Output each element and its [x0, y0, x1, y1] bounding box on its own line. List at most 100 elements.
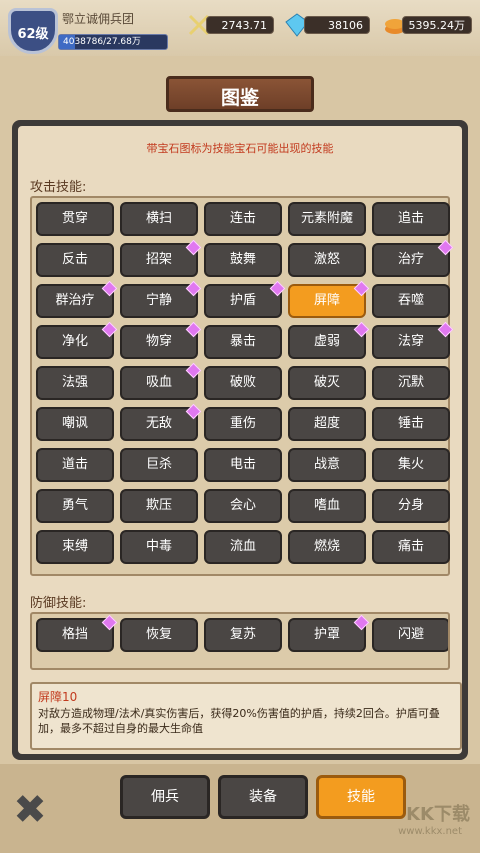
skill-button[interactable]: 会心 [204, 489, 282, 523]
skill-label: 法强 [61, 375, 88, 390]
skill-button[interactable]: 宁静 [120, 280, 202, 318]
gem-icon [185, 280, 202, 297]
tab-skills[interactable]: 技能 [316, 775, 406, 819]
skill-button[interactable]: 元素附魔 [288, 202, 366, 236]
skill-button[interactable]: 无敌 [120, 403, 202, 441]
skill-description-text: 对敌方造成物理/法术/真实伤害后，获得20%伤害值的护盾，持续2回合。护盾可叠加… [38, 707, 440, 735]
skill-button[interactable]: 分身 [372, 489, 450, 523]
gem-icon [185, 403, 202, 420]
skill-label: 重伤 [229, 416, 256, 431]
tab-mercenary[interactable]: 佣兵 [120, 775, 210, 819]
skill-button[interactable]: 中毒 [120, 530, 198, 564]
skill-button[interactable]: 电击 [204, 448, 282, 482]
skill-button[interactable]: 反击 [36, 243, 114, 277]
skill-label: 中毒 [145, 539, 172, 554]
skill-label: 分身 [397, 498, 424, 513]
skill-label: 吞噬 [397, 293, 424, 308]
skill-label: 护盾 [229, 293, 256, 308]
skill-button[interactable]: 虚弱 [288, 321, 370, 359]
skill-button[interactable]: 招架 [120, 239, 202, 277]
skill-button[interactable]: 护盾 [204, 280, 286, 318]
skill-button[interactable]: 巨杀 [120, 448, 198, 482]
level-text: 62级 [17, 27, 49, 42]
skill-button[interactable]: 重伤 [204, 407, 282, 441]
skill-label: 追击 [397, 211, 424, 226]
skill-button[interactable]: 燃烧 [288, 530, 366, 564]
skill-label: 治疗 [397, 252, 424, 267]
skill-button[interactable]: 物穿 [120, 321, 202, 359]
skill-label: 鼓舞 [229, 252, 256, 267]
skill-label: 激怒 [313, 252, 340, 267]
skill-button[interactable]: 净化 [36, 321, 118, 359]
skill-label: 横扫 [145, 211, 172, 226]
skill-button[interactable]: 破败 [204, 366, 282, 400]
skill-button[interactable]: 连击 [204, 202, 282, 236]
skill-button[interactable]: 治疗 [372, 239, 454, 277]
skill-button[interactable]: 复苏 [204, 618, 282, 652]
gems-value: 38106 [304, 16, 370, 34]
skill-button[interactable]: 追击 [372, 202, 450, 236]
skill-button[interactable]: 锤击 [372, 407, 450, 441]
level-badge[interactable]: 62级 [8, 8, 58, 54]
gem-icon [101, 321, 118, 338]
skill-button[interactable]: 格挡 [36, 614, 118, 652]
gem-icon [437, 239, 454, 256]
skill-button[interactable]: 集火 [372, 448, 450, 482]
close-icon[interactable]: ✖ [10, 790, 50, 830]
gem-icon [353, 280, 370, 297]
defense-skills-label: 防御技能: [30, 596, 87, 611]
skill-button[interactable]: 勇气 [36, 489, 114, 523]
skill-button[interactable]: 激怒 [288, 243, 366, 277]
skill-label: 勇气 [61, 498, 88, 513]
skill-label: 吸血 [145, 375, 172, 390]
skill-button[interactable]: 超度 [288, 407, 366, 441]
skill-button[interactable]: 横扫 [120, 202, 198, 236]
skill-button[interactable]: 贯穿 [36, 202, 114, 236]
skills-panel: 带宝石图标为技能宝石可能出现的技能 攻击技能: 贯穿 横扫 连击 元素附魔 追击 反击 招架… [12, 120, 468, 760]
gem-icon [269, 280, 286, 297]
skill-button[interactable]: 流血 [204, 530, 282, 564]
skill-label: 无敌 [145, 416, 172, 431]
skill-label: 痛击 [397, 539, 424, 554]
skill-label: 破灭 [313, 375, 340, 390]
skill-button[interactable]: 鼓舞 [204, 243, 282, 277]
skill-button[interactable]: 道击 [36, 448, 114, 482]
skill-button[interactable]: 法穿 [372, 321, 454, 359]
skill-button[interactable]: 痛击 [372, 530, 450, 564]
skill-label: 法穿 [397, 334, 424, 349]
skill-label: 欺压 [145, 498, 172, 513]
skill-button[interactable]: 战意 [288, 448, 366, 482]
gem-icon [437, 321, 454, 338]
skill-button[interactable]: 暴击 [204, 325, 282, 359]
skill-label: 招架 [145, 252, 172, 267]
skill-button[interactable]: 沉默 [372, 366, 450, 400]
skill-label: 燃烧 [313, 539, 340, 554]
skill-button[interactable]: 嗜血 [288, 489, 366, 523]
skill-button[interactable]: 恢复 [120, 618, 198, 652]
skill-button[interactable]: 闪避 [372, 618, 448, 652]
skill-button[interactable]: 吸血 [120, 362, 202, 400]
title-board: 图鉴 [166, 76, 314, 112]
skill-button[interactable]: 群治疗 [36, 280, 118, 318]
skill-button[interactable]: 吞噬 [372, 284, 450, 318]
page-title: 图鉴 [220, 87, 259, 109]
skill-button[interactable]: 护罩 [288, 614, 370, 652]
skill-button[interactable]: 欺压 [120, 489, 198, 523]
skill-label: 会心 [229, 498, 256, 513]
gem-notice: 带宝石图标为技能宝石可能出现的技能 [146, 142, 334, 155]
skill-button[interactable]: 破灭 [288, 366, 366, 400]
tab-equipment[interactable]: 装备 [218, 775, 308, 819]
skill-label: 连击 [229, 211, 256, 226]
skills-panel-inner: 带宝石图标为技能宝石可能出现的技能 攻击技能: 贯穿 横扫 连击 元素附魔 追击 反击 招架… [18, 126, 462, 754]
skill-button[interactable]: 屏障 [288, 280, 370, 318]
skill-label: 闪避 [397, 627, 424, 642]
skill-button[interactable]: 法强 [36, 366, 114, 400]
skill-label: 电击 [229, 457, 256, 472]
skill-label: 反击 [61, 252, 88, 267]
gem-icon [185, 362, 202, 379]
skill-label: 复苏 [229, 627, 256, 642]
skill-label: 嗜血 [313, 498, 340, 513]
skill-label: 宁静 [145, 293, 172, 308]
skill-button[interactable]: 嘲讽 [36, 407, 114, 441]
skill-button[interactable]: 束缚 [36, 530, 114, 564]
